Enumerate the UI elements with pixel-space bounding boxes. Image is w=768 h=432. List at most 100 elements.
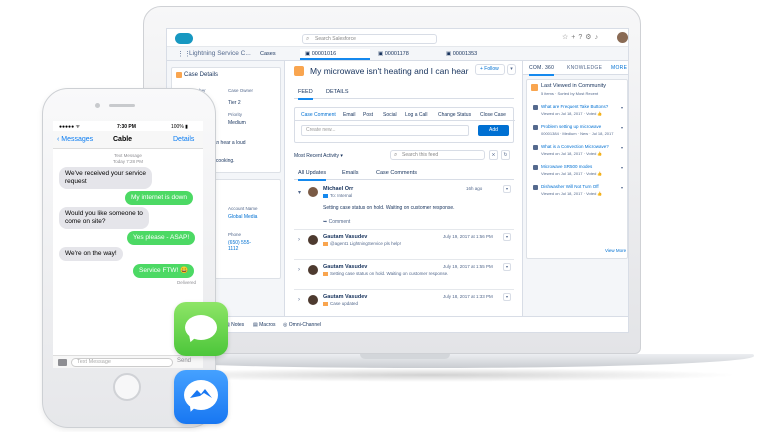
filter-icon[interactable]: ⨯ [489, 150, 498, 160]
nav-tab-case-2[interactable]: ▣ 00001178 [373, 49, 438, 60]
feed-time: July 19, 2017 at 1:55 PM [443, 264, 493, 269]
chevron-down-icon[interactable]: ▾ [503, 293, 511, 301]
timestamp: Text Message [114, 153, 142, 158]
front-camera [95, 103, 100, 108]
tab-feed[interactable]: FEED [298, 89, 313, 100]
home-button[interactable] [113, 373, 141, 401]
chevron-down-icon[interactable]: ▾ [621, 185, 623, 190]
feed-body: Setting case status on hold. Waiting on … [323, 205, 455, 211]
messenger-app-icon[interactable] [174, 370, 228, 424]
field-label: Account Name [228, 206, 258, 211]
utility-omni[interactable]: ◎ Omni-Channel [283, 322, 321, 328]
salesforce-logo-icon[interactable] [175, 33, 193, 44]
search-icon: ⌕ [394, 152, 398, 158]
chevron-down-icon[interactable]: ▾ [621, 125, 623, 130]
tab-more[interactable]: MORE [611, 65, 627, 71]
nav-tab-case-1[interactable]: ▣ 00001016 [300, 49, 370, 60]
sort-dropdown[interactable]: Most Recent Activity ▾ [294, 153, 343, 159]
chevron-down-icon[interactable]: ▾ [507, 64, 516, 75]
feed-time: 16h ago [466, 186, 483, 191]
header-icons[interactable]: ☆+?⚙♪ [562, 33, 601, 41]
star-icon[interactable]: ☆ [562, 34, 571, 41]
tab-knowledge[interactable]: KNOWLEDGE [567, 65, 602, 71]
community-icon [531, 84, 538, 91]
feed-sub: To: Internal [323, 193, 352, 198]
feed-item: › Gautam Vasudev Setting case status on … [294, 262, 514, 290]
publisher-tab[interactable]: Email [343, 112, 356, 118]
filter-tab-comments[interactable]: Case Comments [376, 170, 417, 176]
feed-author[interactable]: Michael Orr [323, 186, 353, 192]
message-bubble: Would you like someone to come on site? [59, 207, 149, 229]
timestamp: Today 7:28 PM [112, 159, 144, 164]
send-button[interactable]: Send [177, 358, 191, 364]
account-link[interactable]: Global Media [228, 214, 257, 220]
delivered-label: Delivered [177, 280, 197, 285]
tab-com360[interactable]: COM. 360 [529, 65, 555, 76]
chevron-down-icon[interactable]: ▾ [621, 145, 623, 150]
message-input[interactable]: Text Message [71, 358, 173, 367]
card-subtitle: 5 items · Sorted by Most Recent [541, 91, 599, 96]
feed-author[interactable]: Gautam Vasudev [323, 234, 367, 240]
comment-link[interactable]: ➥ Comment [323, 219, 350, 225]
feed-item: › Gautam Vasudev @agent1 LightningServic… [294, 232, 514, 260]
avatar[interactable] [617, 32, 628, 43]
feed-time: July 19, 2017 at 1:56 PM [443, 234, 493, 239]
phone-link[interactable]: (650) 555-1112 [228, 240, 258, 252]
filter-tab-emails[interactable]: Emails [342, 170, 359, 176]
chevron-down-icon[interactable]: ▾ [621, 165, 623, 170]
chevron-right-icon[interactable]: › [298, 237, 300, 243]
feed-sub: Case updated [323, 301, 358, 306]
filter-tab-all[interactable]: All Updates [298, 170, 327, 181]
publisher-tab[interactable]: Log a Call [405, 112, 428, 118]
new-note-input[interactable]: Create new... [301, 125, 469, 136]
chevron-right-icon[interactable]: › [298, 297, 300, 303]
gear-icon[interactable]: ⚙ [585, 34, 594, 41]
feed-filter-tabs: All Updates Emails Case Comments [294, 168, 514, 181]
messages-app-icon[interactable] [174, 302, 228, 356]
chevron-down-icon[interactable]: ▾ [298, 189, 301, 196]
refresh-icon[interactable]: ↻ [501, 150, 510, 160]
avatar [308, 187, 318, 197]
chevron-right-icon[interactable]: › [298, 267, 300, 273]
camera-icon[interactable] [58, 359, 67, 366]
avatar [308, 295, 318, 305]
utility-macros[interactable]: ▤ Macros [253, 322, 276, 328]
add-button[interactable]: Add [478, 125, 509, 136]
tab-details[interactable]: DETAILS [326, 89, 349, 95]
field-label: Case Owner [228, 88, 254, 93]
nav-tab-case-3[interactable]: ▣ 00001353 [441, 49, 501, 60]
publisher-tab[interactable]: Post [363, 112, 373, 118]
feed-search-input[interactable]: ⌕ Search this feed [390, 150, 485, 160]
chevron-down-icon[interactable]: ▾ [621, 105, 623, 110]
card-title: Last Viewed in Community [541, 83, 607, 89]
chevron-down-icon[interactable]: ▾ [503, 233, 511, 241]
field-label: Priority [228, 112, 243, 117]
utility-bar: ▤ Notes ▤ Macros ◎ Omni-Channel [167, 316, 628, 332]
last-viewed-card: Last Viewed in Community 5 items · Sorte… [526, 79, 628, 259]
message-bubble: Yes please - ASAP! [127, 231, 196, 245]
feed-author[interactable]: Gautam Vasudev [323, 294, 367, 300]
contact-name: Cable [113, 136, 133, 143]
article-icon [533, 185, 538, 190]
chevron-down-icon[interactable]: ▾ [503, 263, 511, 271]
search-placeholder: Search Salesforce [315, 36, 356, 42]
speaker [109, 104, 135, 107]
input-bar: Text Message Send [53, 355, 203, 368]
details-button[interactable]: Details [173, 136, 194, 143]
publisher-tab[interactable]: Social [383, 112, 397, 118]
publisher-tab[interactable]: Case Comment [301, 112, 336, 118]
global-search-input[interactable]: ⌕ Search Salesforce [302, 34, 437, 44]
view-more-link[interactable]: View More [605, 248, 626, 253]
feed-sub: Setting case status on hold. Waiting on … [323, 271, 448, 276]
publisher-tab[interactable]: Change Status [438, 112, 471, 118]
laptop-screen: ⌕ Search Salesforce ☆+?⚙♪ ⋮⋮ Lightning S… [166, 28, 629, 333]
signal-icon: ●●●●● ᯤ [59, 124, 81, 130]
back-button[interactable]: ‹ Messages [57, 136, 93, 143]
follow-button[interactable]: + Follow [475, 64, 505, 75]
feed-author[interactable]: Gautam Vasudev [323, 264, 367, 270]
publisher-tab[interactable]: Close Case [480, 112, 506, 118]
field-label: Phone [228, 232, 242, 237]
bell-icon[interactable]: ♪ [595, 34, 602, 41]
chevron-down-icon[interactable]: ▾ [503, 185, 511, 193]
nav-tab-cases[interactable]: Cases [255, 49, 297, 60]
